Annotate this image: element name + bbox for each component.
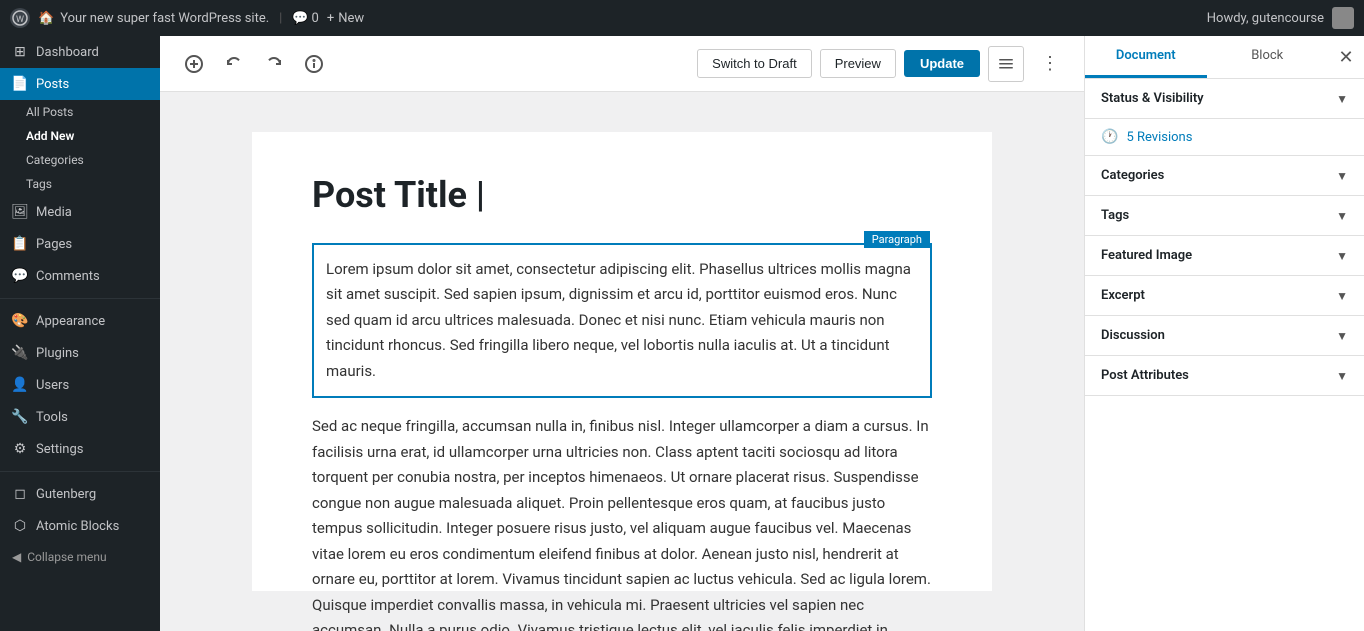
sidebar-item-posts[interactable]: 📄 Posts — [0, 68, 160, 100]
panel-close-button[interactable]: ✕ — [1328, 39, 1364, 75]
home-icon: 🏠 — [38, 11, 54, 26]
comment-icon: 💬 — [292, 11, 308, 26]
toolbar-left — [176, 46, 332, 82]
chevron-down-icon-6: ▼ — [1336, 329, 1348, 343]
toolbar-right: Switch to Draft Preview Update ⋮ — [697, 46, 1068, 82]
sidebar-subitem-add-new[interactable]: Add New — [0, 124, 160, 148]
paragraph-text-1[interactable]: Lorem ipsum dolor sit amet, consectetur … — [326, 257, 918, 385]
section-status-header[interactable]: Status & Visibility ▼ — [1085, 79, 1364, 118]
sidebar-item-atomic-blocks[interactable]: ⬡ Atomic Blocks — [0, 510, 160, 542]
tab-document[interactable]: Document — [1085, 36, 1207, 78]
user-howdy: Howdy, gutencourse — [1207, 7, 1354, 29]
sidebar-subitem-categories[interactable]: Categories — [0, 148, 160, 172]
text-block-2[interactable]: Sed ac neque fringilla, accumsan nulla i… — [312, 414, 932, 631]
editor-inner: Post Title Paragraph Lorem ipsum dolor s… — [252, 132, 992, 591]
sidebar-item-appearance[interactable]: 🎨 Appearance — [0, 305, 160, 337]
sidebar-item-users[interactable]: 👤 Users — [0, 369, 160, 401]
users-icon: 👤 — [12, 377, 28, 393]
admin-bar: W 🏠 Your new super fast WordPress site. … — [0, 0, 1364, 36]
section-discussion-header[interactable]: Discussion ▼ — [1085, 316, 1364, 355]
post-title[interactable]: Post Title — [312, 172, 932, 219]
section-discussion: Discussion ▼ — [1085, 316, 1364, 356]
more-options-button[interactable]: ⋮ — [1032, 46, 1068, 82]
chevron-down-icon-7: ▼ — [1336, 369, 1348, 383]
paragraph-label: Paragraph — [864, 231, 930, 248]
sidebar-item-comments[interactable]: 💬 Comments — [0, 260, 160, 292]
section-tags: Tags ▼ — [1085, 196, 1364, 236]
info-button[interactable] — [296, 46, 332, 82]
sidebar-divider-2 — [0, 471, 160, 472]
section-revisions: 🕐 5 Revisions — [1085, 119, 1364, 156]
sidebar-subitem-tags[interactable]: Tags — [0, 172, 160, 196]
chevron-down-icon-3: ▼ — [1336, 209, 1348, 223]
media-icon: 🖼 — [12, 204, 28, 220]
main-layout: ⊞ Dashboard 📄 Posts All Posts Add New Ca… — [0, 36, 1364, 631]
section-post-attributes: Post Attributes ▼ — [1085, 356, 1364, 396]
section-featured-image-header[interactable]: Featured Image ▼ — [1085, 236, 1364, 275]
switch-draft-button[interactable]: Switch to Draft — [697, 49, 812, 78]
sidebar-item-tools[interactable]: 🔧 Tools — [0, 401, 160, 433]
editor-content[interactable]: Post Title Paragraph Lorem ipsum dolor s… — [160, 92, 1084, 631]
gutenberg-icon: ◻ — [12, 486, 28, 502]
new-post-link[interactable]: + New — [327, 11, 364, 26]
appearance-icon: 🎨 — [12, 313, 28, 329]
section-categories-header[interactable]: Categories ▼ — [1085, 156, 1364, 195]
chevron-down-icon-4: ▼ — [1336, 249, 1348, 263]
plugins-icon: 🔌 — [12, 345, 28, 361]
update-button[interactable]: Update — [904, 50, 980, 77]
redo-button[interactable] — [256, 46, 292, 82]
tools-icon: 🔧 — [12, 409, 28, 425]
sidebar-item-plugins[interactable]: 🔌 Plugins — [0, 337, 160, 369]
sidebar-item-gutenberg[interactable]: ◻ Gutenberg — [0, 478, 160, 510]
user-avatar[interactable] — [1332, 7, 1354, 29]
plus-icon: + — [327, 11, 334, 26]
sidebar-item-dashboard[interactable]: ⊞ Dashboard — [0, 36, 160, 68]
comments-nav-icon: 💬 — [12, 268, 28, 284]
section-post-attributes-header[interactable]: Post Attributes ▼ — [1085, 356, 1364, 395]
revisions-link[interactable]: 🕐 5 Revisions — [1085, 119, 1364, 155]
add-block-button[interactable] — [176, 46, 212, 82]
comments-link[interactable]: 💬 0 — [292, 11, 319, 26]
section-tags-header[interactable]: Tags ▼ — [1085, 196, 1364, 235]
editor-area: Switch to Draft Preview Update ⋮ Post Ti… — [160, 36, 1084, 631]
collapse-icon: ◀ — [12, 550, 21, 564]
chevron-down-icon: ▼ — [1336, 92, 1348, 106]
sidebar-subitem-all-posts[interactable]: All Posts — [0, 100, 160, 124]
posts-icon: 📄 — [12, 76, 28, 92]
section-excerpt: Excerpt ▼ — [1085, 276, 1364, 316]
section-status-visibility: Status & Visibility ▼ — [1085, 79, 1364, 119]
right-panel-header: Document Block ✕ — [1085, 36, 1364, 79]
atomic-blocks-icon: ⬡ — [12, 518, 28, 534]
sidebar: ⊞ Dashboard 📄 Posts All Posts Add New Ca… — [0, 36, 160, 631]
section-categories: Categories ▼ — [1085, 156, 1364, 196]
collapse-menu[interactable]: ◀ Collapse menu — [0, 542, 160, 572]
section-excerpt-header[interactable]: Excerpt ▼ — [1085, 276, 1364, 315]
sidebar-divider — [0, 298, 160, 299]
paragraph-block-1[interactable]: Paragraph Lorem ipsum dolor sit amet, co… — [312, 243, 932, 399]
preview-button[interactable]: Preview — [820, 49, 896, 78]
settings-panel-button[interactable] — [988, 46, 1024, 82]
sidebar-item-media[interactable]: 🖼 Media — [0, 196, 160, 228]
undo-button[interactable] — [216, 46, 252, 82]
editor-toolbar: Switch to Draft Preview Update ⋮ — [160, 36, 1084, 92]
chevron-down-icon-5: ▼ — [1336, 289, 1348, 303]
sidebar-item-settings[interactable]: ⚙ Settings — [0, 433, 160, 465]
wp-logo[interactable]: W — [10, 8, 30, 28]
right-panel: Document Block ✕ Status & Visibility ▼ 🕐… — [1084, 36, 1364, 631]
clock-icon: 🕐 — [1101, 129, 1118, 145]
section-featured-image: Featured Image ▼ — [1085, 236, 1364, 276]
svg-text:W: W — [16, 15, 24, 25]
paragraph-text-2: Sed ac neque fringilla, accumsan nulla i… — [312, 414, 932, 631]
dashboard-icon: ⊞ — [12, 44, 28, 60]
chevron-down-icon-2: ▼ — [1336, 169, 1348, 183]
sidebar-item-pages[interactable]: 📋 Pages — [0, 228, 160, 260]
tab-block[interactable]: Block — [1207, 36, 1329, 78]
pages-icon: 📋 — [12, 236, 28, 252]
settings-icon: ⚙ — [12, 441, 28, 457]
site-link[interactable]: 🏠 Your new super fast WordPress site. — [38, 11, 269, 26]
